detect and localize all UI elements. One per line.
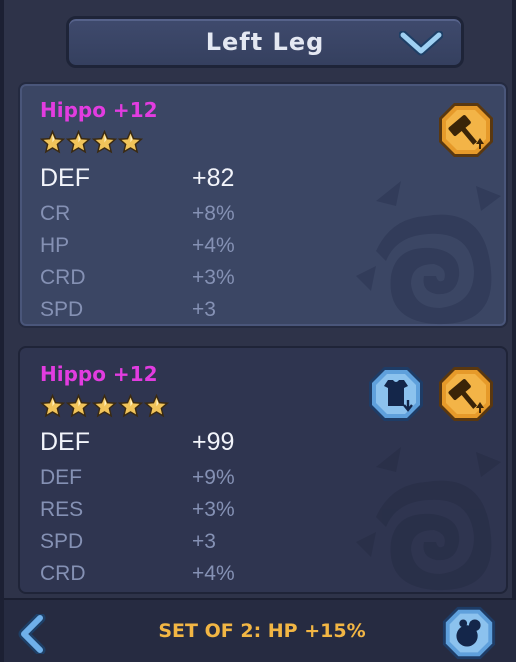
sub-stat-row: CR +8%: [40, 202, 340, 232]
main-stat-row: DEF +82: [40, 164, 340, 194]
gear-card-equipped[interactable]: Hippo +12 DEF +82 CR +8% HP +4% CRD +3% …: [18, 82, 508, 328]
upgrade-hammer-icon[interactable]: [436, 364, 496, 424]
main-stat-name: DEF: [40, 428, 90, 456]
sub-stat-row: CRD +4%: [40, 562, 340, 592]
swirl-watermark-icon: [356, 181, 501, 325]
sub-stat-row: SPD +3: [40, 530, 340, 560]
star-icon: [40, 130, 65, 154]
star-icon: [92, 130, 117, 154]
star-icon: [66, 130, 91, 154]
sub-stat-name: RES: [40, 498, 84, 521]
star-icon: [92, 394, 117, 418]
star-icon: [66, 394, 91, 418]
main-stat-value: +82: [192, 164, 235, 192]
sub-stat-value: +3%: [192, 266, 235, 289]
sub-stat-row: HP +4%: [40, 234, 340, 264]
swirl-watermark-icon: [356, 447, 501, 591]
sub-stat-value: +8%: [192, 202, 235, 225]
star-rating: [40, 130, 143, 156]
sub-stat-row: CRD +3%: [40, 266, 340, 296]
sub-stat-value: +3: [192, 530, 216, 553]
sub-stat-name: DEF: [40, 466, 82, 489]
main-stat-name: DEF: [40, 164, 90, 192]
main-stat-value: +99: [192, 428, 235, 456]
star-rating: [40, 394, 169, 420]
sub-stat-value: +3: [192, 298, 216, 321]
sub-stat-value: +4%: [192, 562, 235, 585]
footer-bar: SET OF 2: HP +15%: [4, 598, 516, 662]
sub-stat-value: +3%: [192, 498, 235, 521]
sub-stat-row: SPD +3: [40, 298, 340, 326]
sub-stat-name: SPD: [40, 298, 84, 321]
sub-stat-name: CRD: [40, 266, 86, 289]
set-info-icon[interactable]: [440, 604, 498, 662]
sub-stat-row: DEF +9%: [40, 466, 340, 496]
sub-stat-name: HP: [40, 234, 70, 257]
slot-dropdown-label: Left Leg: [205, 28, 325, 56]
sub-stat-name: CR: [40, 202, 71, 225]
slot-dropdown[interactable]: Left Leg: [66, 16, 464, 68]
gear-name: Hippo +12: [40, 362, 158, 386]
main-stat-row: DEF +99: [40, 428, 340, 458]
sub-stat-row: RES +3%: [40, 498, 340, 528]
star-icon: [144, 394, 169, 418]
gear-name: Hippo +12: [40, 98, 158, 122]
sub-stat-name: CRD: [40, 562, 86, 585]
sub-stat-value: +9%: [192, 466, 235, 489]
star-icon: [40, 394, 65, 418]
gear-panel: Left Leg Hippo +12 DEF +82 CR +8% HP +4%…: [0, 0, 516, 662]
unequip-armor-icon[interactable]: [366, 364, 426, 424]
star-icon: [118, 394, 143, 418]
chevron-down-icon: [399, 31, 443, 56]
star-icon: [118, 130, 143, 154]
upgrade-hammer-icon[interactable]: [436, 100, 496, 160]
gear-card-candidate[interactable]: Hippo +12 DEF +99 DEF +9% RES +3% SPD +3…: [18, 346, 508, 594]
sub-stat-name: SPD: [40, 530, 84, 553]
sub-stat-value: +4%: [192, 234, 235, 257]
